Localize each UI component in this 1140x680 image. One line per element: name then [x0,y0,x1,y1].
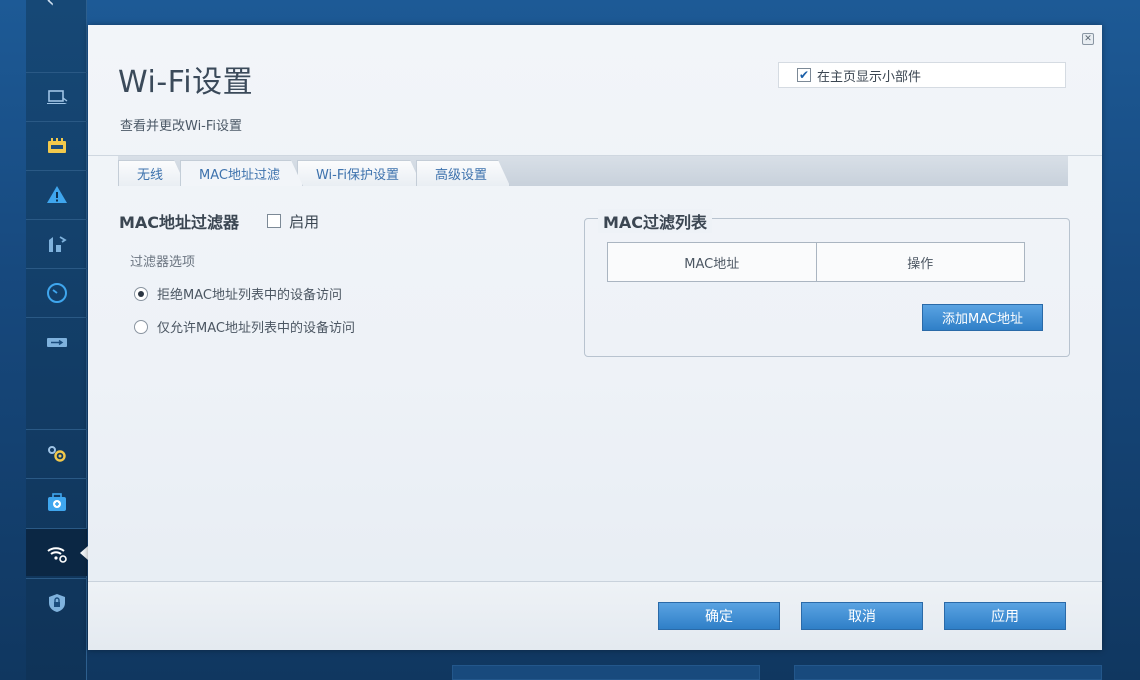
close-icon[interactable]: ✕ [1082,33,1094,45]
tab-advanced[interactable]: 高级设置 [416,160,510,186]
apply-button[interactable]: 应用 [944,602,1066,630]
tabs: 无线 MAC地址过滤 Wi-Fi保护设置 高级设置 [118,160,504,186]
background-widget [794,665,1102,680]
radio-deny[interactable] [134,286,148,301]
gears-icon [47,445,66,462]
mac-list-title: MAC过滤列表 [598,209,713,233]
tab-wireless[interactable]: 无线 [118,160,186,186]
filter-options-label: 过滤器选项 [130,255,196,270]
sidebar-item-security[interactable] [26,578,87,626]
sidebar: ‹ [26,0,88,680]
parental-control-icon [48,235,67,252]
show-on-home-checkbox[interactable]: ✔ [797,68,811,82]
enable-label: 启用 [289,212,320,231]
back-chevron-icon[interactable]: ‹ [46,0,68,16]
show-on-home-label: 在主页显示小部件 [817,69,922,85]
clock-icon [46,282,67,303]
sidebar-item-schedule[interactable] [26,268,87,316]
mac-table-header: MAC地址 操作 [607,242,1025,282]
sidebar-item-troubleshooting[interactable] [26,170,87,218]
wifi-settings-window: ✕ Wi-Fi设置 查看并更改Wi-Fi设置 ✔ 在主页显示小部件 无线 MAC… [88,25,1102,650]
warning-icon [46,185,67,203]
option-allow-label: 仅允许MAC地址列表中的设备访问 [157,321,355,336]
option-allow[interactable]: 仅允许MAC地址列表中的设备访问 [134,317,355,336]
tab-wps[interactable]: Wi-Fi保护设置 [297,160,422,186]
wifi-settings-icon [46,546,67,563]
sidebar-item-parental-controls[interactable] [26,219,87,267]
security-icon [48,593,65,612]
sidebar-item-usb-storage[interactable] [26,317,87,365]
cancel-button[interactable]: 取消 [801,602,923,630]
health-icon [47,492,66,511]
sidebar-item-connectivity[interactable] [26,429,87,477]
sidebar-item-devices[interactable] [26,72,87,120]
sidebar-item-network-map[interactable] [26,121,87,169]
router-icon [47,137,66,153]
option-deny[interactable]: 拒绝MAC地址列表中的设备访问 [134,284,342,303]
option-deny-label: 拒绝MAC地址列表中的设备访问 [157,288,342,303]
usb-icon [46,337,67,347]
laptop-icon [46,89,67,104]
sidebar-item-wifi-settings[interactable] [26,528,88,576]
ok-button[interactable]: 确定 [658,602,780,630]
mac-list-group [584,218,1070,357]
page-title: Wi-Fi设置 [118,65,254,100]
column-actions: 操作 [815,243,1025,281]
page-subtitle: 查看并更改Wi-Fi设置 [120,119,243,134]
background-widget [452,665,760,680]
sidebar-item-diagnostics[interactable] [26,478,87,526]
enable-checkbox[interactable] [267,214,282,228]
radio-allow[interactable] [134,319,148,334]
column-mac-address: MAC地址 [684,256,740,272]
mac-filter-section: MAC地址过滤器 启用 [119,209,319,233]
show-on-home-option[interactable]: ✔ 在主页显示小部件 [778,62,1066,88]
mac-filter-title: MAC地址过滤器 [119,213,240,232]
add-mac-address-button[interactable]: 添加MAC地址 [922,304,1043,331]
tab-mac-filtering[interactable]: MAC地址过滤 [180,160,303,186]
